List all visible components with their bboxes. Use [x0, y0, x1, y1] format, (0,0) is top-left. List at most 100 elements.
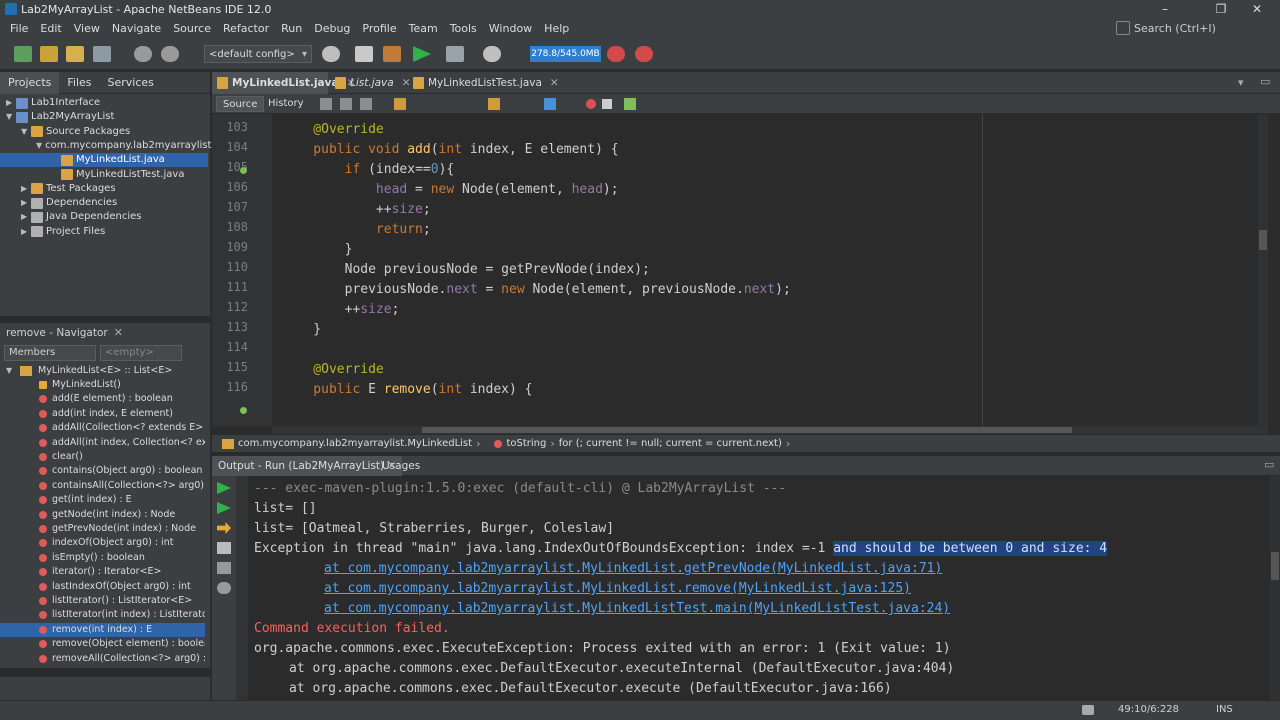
tree-item[interactable]: ▶ Test Packages [0, 182, 208, 196]
new-file-icon[interactable] [14, 46, 32, 62]
navigator-member[interactable]: contains(Object arg0) : boolean [0, 464, 205, 478]
search-input[interactable]: Search (Ctrl+I) [1116, 20, 1276, 36]
menu-edit[interactable]: Edit [34, 22, 67, 35]
navigator-member[interactable]: add(int index, E element) [0, 407, 205, 421]
menu-window[interactable]: Window [483, 22, 538, 35]
chevron-right-icon[interactable]: ▶ [21, 225, 31, 239]
close-icon[interactable]: ✕ [550, 77, 559, 89]
tab-list[interactable]: List.java ✕ [330, 72, 411, 94]
chevron-down-icon[interactable]: ▾ [1238, 76, 1244, 89]
tree-item[interactable]: ▼ Source Packages [0, 125, 208, 139]
breadcrumb-statement[interactable]: for (; current != null; current = curren… [555, 438, 786, 449]
stop-icon[interactable] [217, 542, 231, 554]
comment-icon[interactable] [624, 98, 636, 110]
menu-run[interactable]: Run [275, 22, 308, 35]
output-console[interactable]: --- exec-maven-plugin:1.5.0:exec (defaul… [248, 476, 1270, 700]
navigator-member[interactable]: indexOf(Object arg0) : int [0, 536, 205, 550]
scroll-thumb[interactable] [1271, 552, 1279, 580]
stop-macro-icon[interactable] [602, 99, 612, 109]
navigator-member[interactable]: isEmpty() : boolean [0, 551, 205, 565]
output-scrollbar[interactable] [1270, 476, 1280, 700]
tree-item[interactable]: MyLinkedList.java [0, 153, 208, 168]
shift-left-icon[interactable] [488, 98, 500, 110]
prev-occurrence-icon[interactable] [544, 98, 556, 110]
redo-icon[interactable] [161, 46, 179, 62]
hscroll-thumb[interactable] [422, 427, 1072, 433]
chevron-right-icon[interactable]: ▶ [21, 196, 31, 210]
navigator-member[interactable]: getNode(int index) : Node [0, 508, 205, 522]
chevron-right-icon[interactable]: ▶ [6, 96, 16, 110]
navigator-member[interactable]: addAll(Collection<? extends E> arg0 [0, 421, 205, 435]
chevron-down-icon[interactable]: ▼ [36, 139, 42, 153]
run-icon[interactable] [413, 46, 431, 62]
save-all-icon[interactable] [93, 46, 111, 62]
config-icon[interactable] [322, 46, 340, 62]
debug-icon[interactable] [446, 46, 464, 62]
new-project-icon[interactable] [40, 46, 58, 62]
menu-file[interactable]: File [4, 22, 34, 35]
maximize-editor-icon[interactable]: ▭ [1260, 75, 1270, 88]
members-select[interactable]: Members [4, 345, 96, 361]
clean-build-icon[interactable] [383, 46, 401, 62]
navigator-member[interactable]: getPrevNode(int index) : Node [0, 522, 205, 536]
next-error-icon[interactable] [217, 522, 231, 534]
filter-input[interactable]: <empty> [100, 345, 182, 361]
editor-scrollbar[interactable] [1258, 114, 1268, 426]
menu-tools[interactable]: Tools [444, 22, 483, 35]
undo-icon[interactable] [134, 46, 152, 62]
override-marker-icon[interactable] [240, 167, 247, 174]
navigator-member[interactable]: MyLinkedList() [0, 378, 205, 392]
navigator-member[interactable]: addAll(int index, Collection<? exter [0, 436, 205, 450]
menu-team[interactable]: Team [403, 22, 444, 35]
close-button[interactable]: ✕ [1234, 0, 1280, 18]
tab-services[interactable]: Services [100, 72, 162, 94]
editor-hscrollbar[interactable] [272, 426, 1268, 434]
navigator-member[interactable]: remove(Object element) : boolean [0, 637, 205, 651]
chevron-right-icon[interactable]: ▶ [21, 182, 31, 196]
tree-item[interactable]: ▼ Lab2MyArrayList [0, 110, 208, 124]
tree-item[interactable]: ▶ Dependencies [0, 196, 208, 210]
tree-item[interactable]: ▶ Java Dependencies [0, 210, 208, 224]
menu-source[interactable]: Source [167, 22, 217, 35]
history-button[interactable]: History [262, 96, 310, 112]
navigator-member[interactable]: removeAll(Collection<?> arg0) : bc [0, 652, 205, 666]
navigator-member[interactable]: lastIndexOf(Object arg0) : int [0, 580, 205, 594]
tab-projects[interactable]: Projects [0, 71, 60, 94]
minimize-panel-icon[interactable]: ▭ [1264, 458, 1274, 471]
navigator-member[interactable]: listIterator() : ListIterator<E> [0, 594, 205, 608]
chevron-right-icon[interactable]: ▶ [21, 210, 31, 224]
breadcrumb-class[interactable]: com.mycompany.lab2myarraylist.MyLinkedLi… [234, 438, 476, 449]
menu-view[interactable]: View [68, 22, 106, 35]
tree-item[interactable]: ▼ com.mycompany.lab2myarraylist [0, 139, 211, 153]
bookmark-icon[interactable] [394, 98, 406, 110]
minimize-button[interactable]: – [1142, 0, 1188, 18]
navigator-member[interactable]: listIterator(int index) : ListIterator<E… [0, 608, 205, 622]
build-icon[interactable] [355, 46, 373, 62]
navigator-title[interactable]: remove - Navigator [0, 327, 114, 339]
menu-refactor[interactable]: Refactor [217, 22, 275, 35]
navigator-member[interactable]: add(E element) : boolean [0, 392, 205, 406]
back-icon[interactable] [320, 98, 332, 110]
navigator-member[interactable]: clear() [0, 450, 205, 464]
output-line[interactable]: at com.mycompany.lab2myarraylist.MyLinke… [324, 599, 950, 619]
settings-icon[interactable] [217, 562, 231, 574]
tree-item[interactable]: ▶ Project Files [0, 225, 208, 239]
navigator-member[interactable]: get(int index) : E [0, 493, 205, 507]
navigator-member[interactable]: containsAll(Collection<?> arg0) : b [0, 479, 205, 493]
rerun-goals-icon[interactable] [217, 502, 231, 514]
output-line[interactable]: at com.mycompany.lab2myarraylist.MyLinke… [324, 579, 911, 599]
profile-icon[interactable] [483, 46, 501, 62]
menu-debug[interactable]: Debug [308, 22, 356, 35]
breadcrumb-method[interactable]: toString [502, 438, 550, 449]
tree-item[interactable]: ▶ Lab1Interface [0, 96, 208, 110]
open-project-icon[interactable] [66, 46, 84, 62]
navigator-member[interactable]: iterator() : Iterator<E> [0, 565, 205, 579]
code-editor[interactable]: @Override public void add(int index, E e… [272, 114, 1268, 426]
tab-mylinkedlist[interactable]: MyLinkedList.java ✕ [212, 72, 355, 94]
find-icon[interactable] [360, 98, 372, 110]
tab-files[interactable]: Files [59, 72, 99, 94]
memory-indicator[interactable]: 278.8/545.0MB [530, 46, 601, 62]
menu-profile[interactable]: Profile [356, 22, 402, 35]
gear-icon[interactable] [217, 582, 231, 594]
chevron-down-icon[interactable]: ▼ [6, 110, 16, 124]
